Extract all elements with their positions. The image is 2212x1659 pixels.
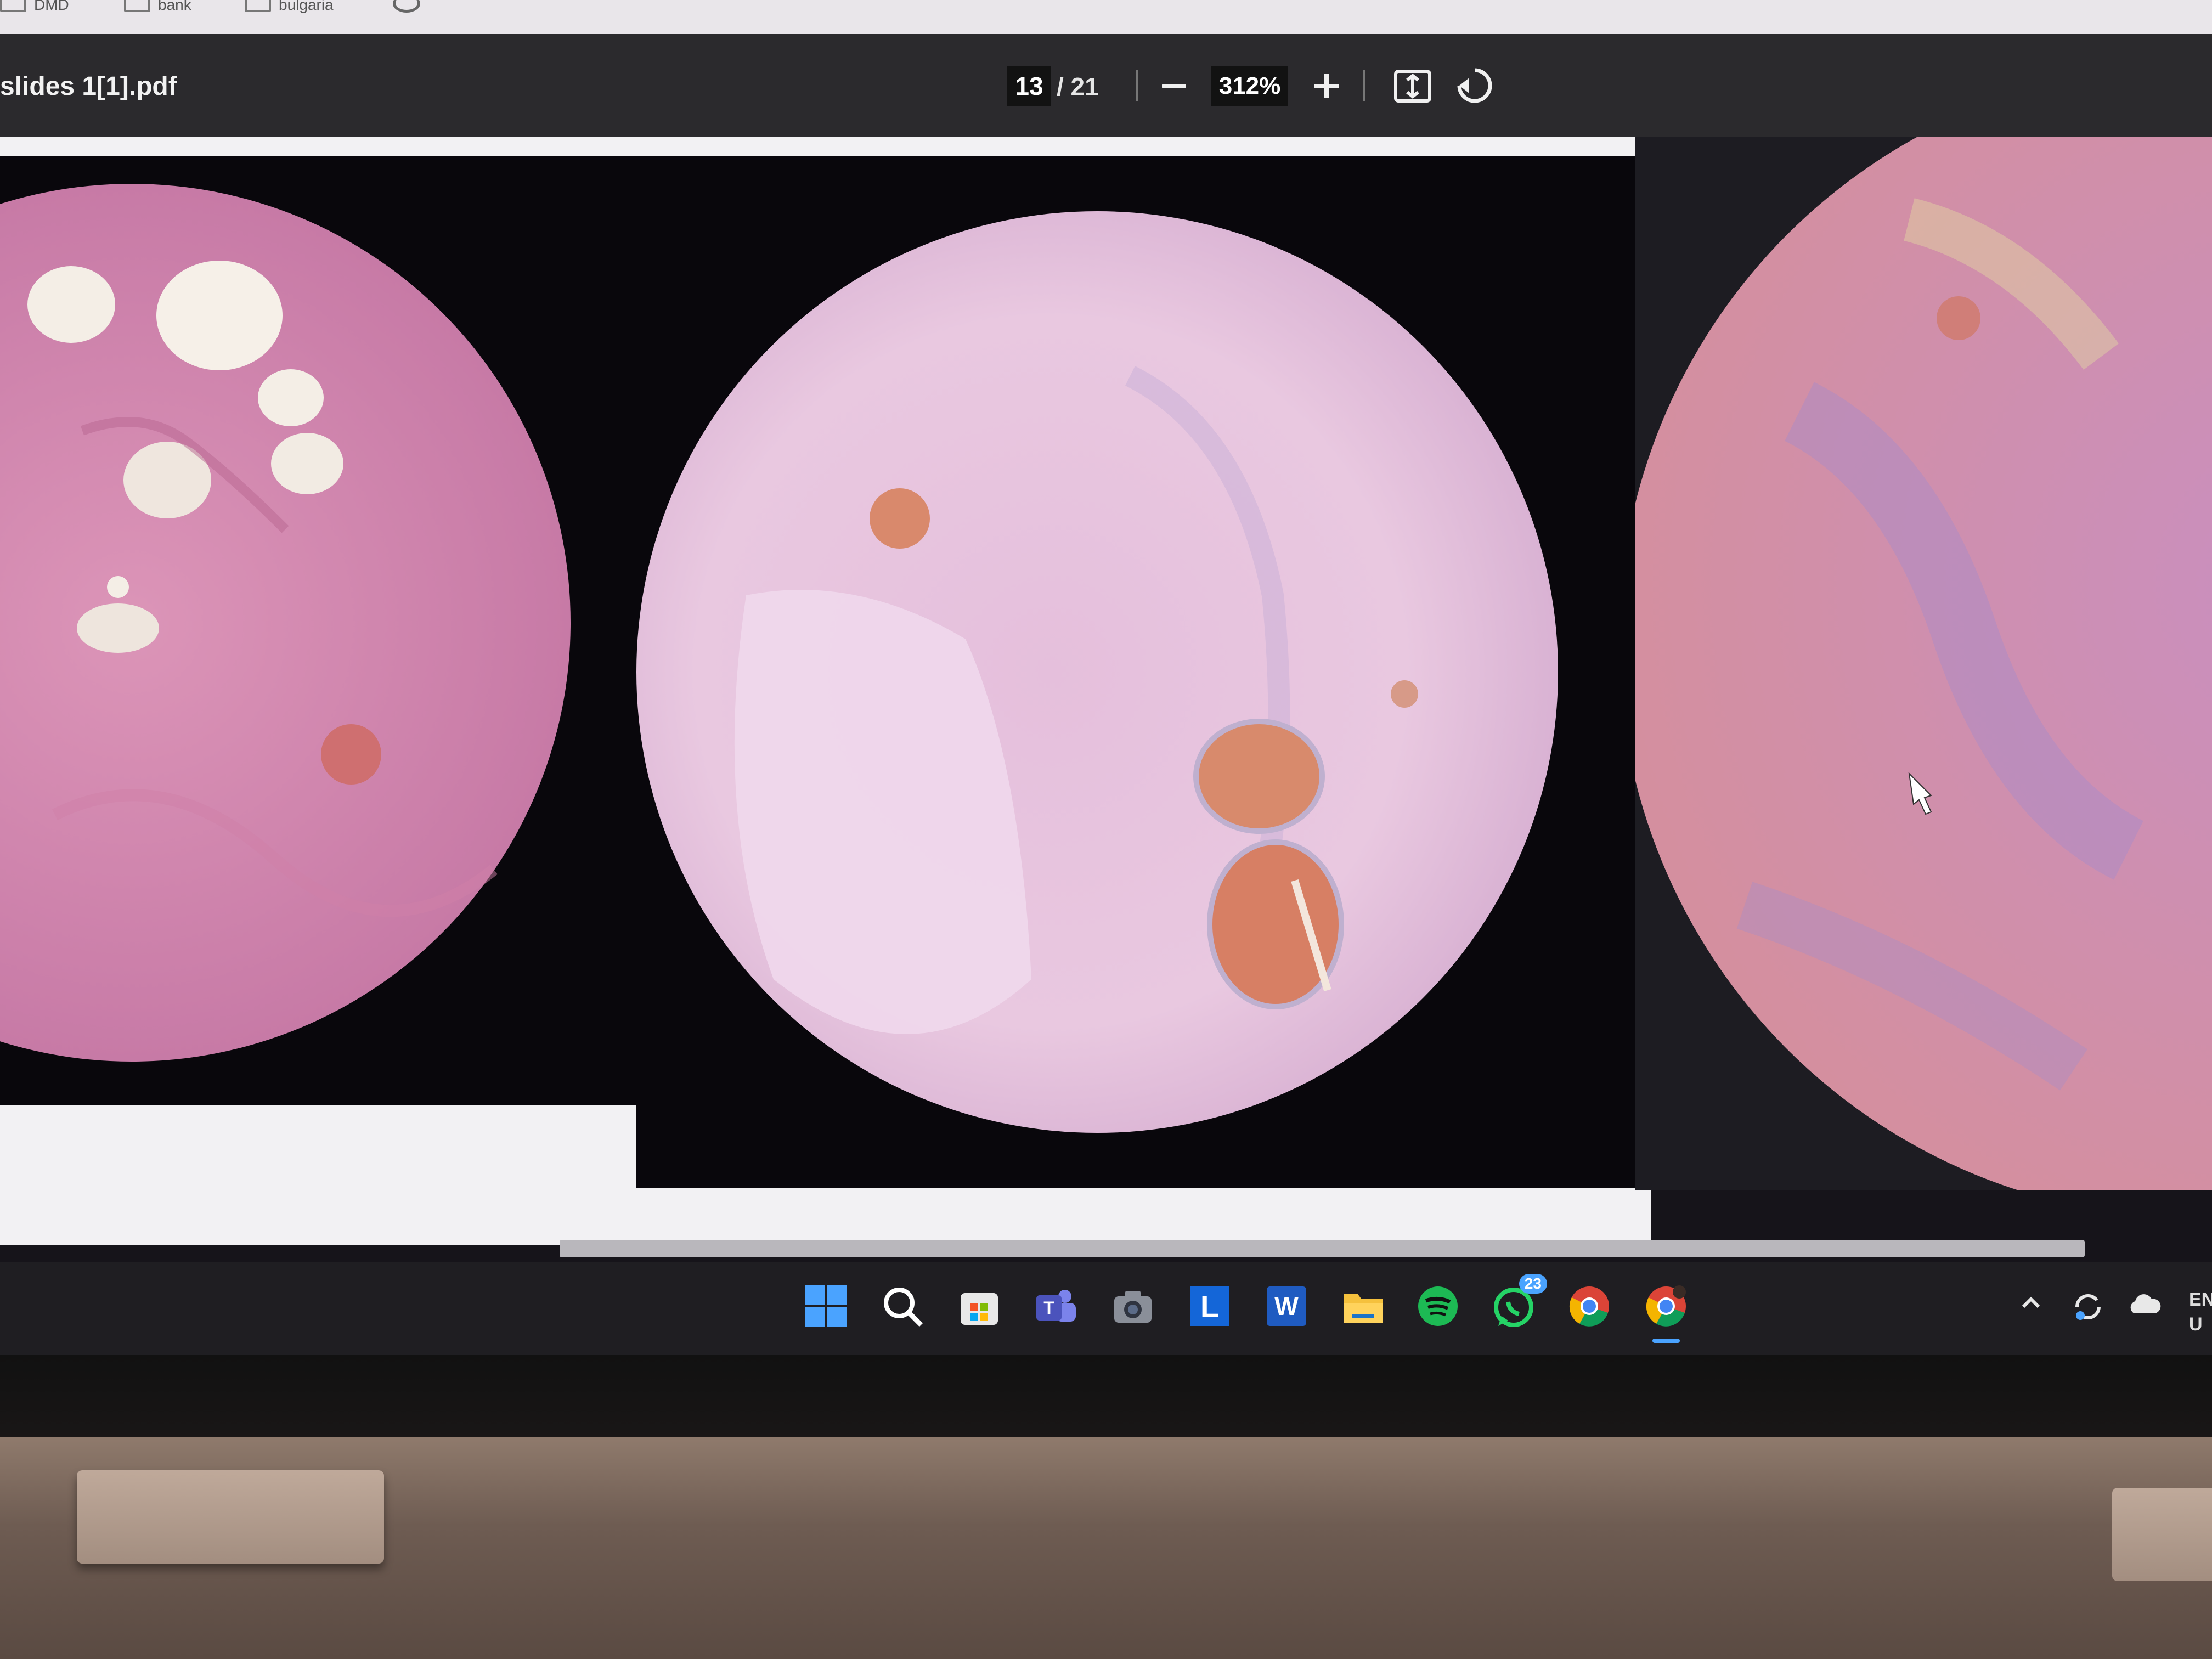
search-icon (884, 1288, 923, 1327)
folder-icon (124, 0, 150, 12)
bookmark-dmd[interactable]: DMD (0, 0, 69, 13)
pdf-content-area (0, 137, 2212, 1262)
chrome-button[interactable] (1565, 1282, 1614, 1331)
page-number-input[interactable]: 13 (1007, 66, 1051, 106)
active-app-indicator (1652, 1339, 1680, 1343)
micrograph-left-panel (0, 156, 636, 1105)
search-button[interactable] (878, 1282, 927, 1331)
bookmark-bulgaria[interactable]: bulgaria (245, 0, 334, 13)
zoom-level-input[interactable]: 312% (1211, 66, 1288, 106)
hinge-right (2112, 1488, 2212, 1581)
pdf-file-name: slides 1[1].pdf (0, 72, 177, 101)
zoom-out-button[interactable] (1158, 66, 1190, 106)
bookmarks-bar: DMD bank bulgaria (0, 0, 2212, 34)
spotify-icon (1418, 1286, 1458, 1326)
word-button[interactable]: W (1262, 1282, 1311, 1331)
microsoft-store-button[interactable] (955, 1282, 1004, 1331)
notification-badge: 23 (1519, 1274, 1547, 1294)
keyboard-layout: U (2189, 1314, 2203, 1335)
spotify-button[interactable] (1413, 1282, 1463, 1331)
toolbar-divider (1136, 70, 1138, 101)
bookmark-bank[interactable]: bank (124, 0, 191, 13)
onedrive-status[interactable] (2126, 1290, 2162, 1323)
hinge-left (77, 1470, 384, 1564)
bookmark-label: bank (158, 0, 191, 13)
chrome-icon (1569, 1286, 1609, 1327)
chrome-profile-icon (1646, 1285, 1686, 1327)
camera-icon (1114, 1291, 1152, 1323)
rotate-button[interactable] (1453, 66, 1492, 106)
chevron-up-icon (2022, 1296, 2040, 1308)
language-indicator[interactable]: EN U (2189, 1289, 2212, 1335)
fit-to-page-button[interactable] (1393, 69, 1432, 103)
bookmark-label: DMD (34, 0, 69, 13)
word-icon: W (1267, 1286, 1306, 1326)
teams-button[interactable]: T (1031, 1282, 1081, 1331)
bookmark-extra-icon[interactable] (393, 0, 420, 13)
sync-status[interactable] (2072, 1290, 2104, 1328)
horizontal-scrollbar[interactable] (560, 1240, 2085, 1257)
micrograph-right (1635, 137, 2212, 1190)
zoom-in-button[interactable] (1309, 66, 1344, 106)
rotate-icon (1457, 68, 1492, 103)
laptop-screen: DMD bank bulgaria slides 1[1].pdf 13 / 2… (0, 0, 2212, 1355)
file-explorer-button[interactable] (1339, 1282, 1388, 1331)
chrome-profile-button[interactable] (1641, 1282, 1691, 1343)
folder-icon (0, 0, 26, 12)
l-app-button[interactable]: L (1185, 1282, 1234, 1331)
l-app-icon: L (1190, 1286, 1229, 1326)
svg-text:T: T (1043, 1298, 1054, 1318)
microsoft-store-icon (961, 1293, 998, 1325)
micrograph-center (636, 211, 1558, 1133)
windows-start-button[interactable] (801, 1282, 850, 1331)
whatsapp-button[interactable]: 23 (1490, 1274, 1547, 1331)
pdf-toolbar (0, 34, 2212, 137)
toolbar-divider (1363, 70, 1365, 101)
cloud-icon (2130, 1294, 2161, 1313)
windows-taskbar (0, 1262, 2212, 1355)
folder-icon (245, 0, 271, 12)
micrograph-left (0, 184, 571, 1062)
language-code: EN (2189, 1289, 2212, 1310)
camera-button[interactable] (1108, 1282, 1158, 1331)
file-explorer-icon (1344, 1294, 1383, 1323)
windows-start-icon (805, 1285, 847, 1327)
micrograph-center-panel (636, 156, 1651, 1188)
fit-to-page-icon (1394, 70, 1431, 103)
bookmark-label: bulgaria (279, 0, 334, 13)
sync-icon (2075, 1294, 2101, 1320)
micrograph-right-panel (1635, 137, 2212, 1190)
show-hidden-icons-button[interactable] (2019, 1290, 2043, 1319)
page-total: / 21 (1057, 72, 1099, 101)
teams-icon: T (1036, 1290, 1076, 1322)
